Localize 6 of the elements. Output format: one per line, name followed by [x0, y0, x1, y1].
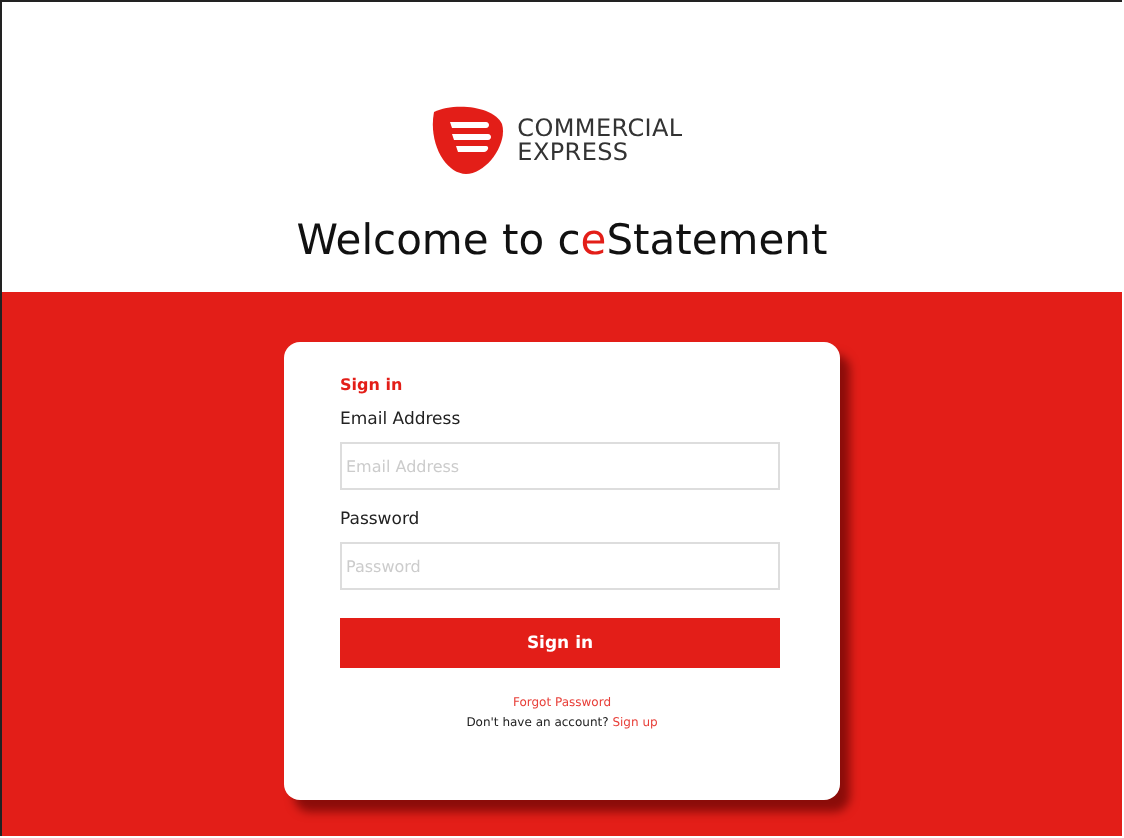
field-label: Password — [340, 510, 422, 530]
sign-in-button[interactable]: Sign in — [340, 618, 780, 668]
form-heading: Sign in — [340, 376, 405, 394]
brand-name: COMMERCIAL EXPRESS — [517, 116, 683, 164]
page-title: Welcome to ceStatement — [296, 214, 828, 268]
field-label: Email Address — [340, 410, 463, 430]
